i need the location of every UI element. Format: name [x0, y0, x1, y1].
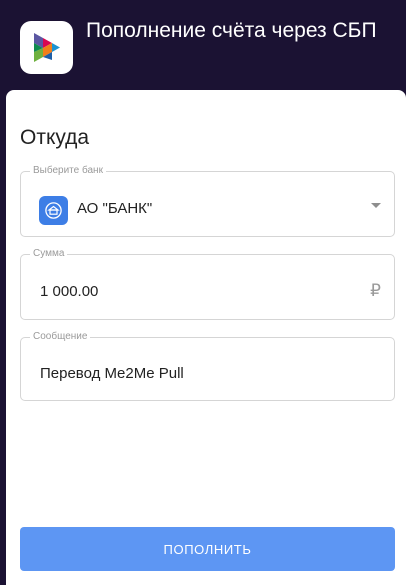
message-field-value[interactable]: Перевод Me2Me Pull — [40, 365, 184, 382]
page-title: Пополнение счёта через СБП — [86, 19, 377, 42]
message-field[interactable]: Сообщение Перевод Me2Me Pull — [20, 331, 395, 401]
bank-select[interactable]: Выберите банк АО "БАНК" — [20, 165, 395, 237]
section-title: Откуда — [20, 126, 90, 149]
app-header: Пополнение счёта через СБП — [0, 0, 406, 92]
bank-select-label: Выберите банк — [30, 165, 106, 177]
ruble-icon: ₽ — [370, 281, 381, 300]
amount-field-label: Сумма — [30, 248, 68, 260]
form-card: Откуда Выберите банк АО "БАНК" Сумма 1 0… — [6, 90, 406, 585]
amount-field[interactable]: Сумма 1 000.00 ₽ — [20, 248, 395, 320]
top-up-button[interactable]: ПОПОЛНИТЬ — [20, 527, 395, 571]
bank-building-icon — [39, 196, 68, 225]
message-field-label: Сообщение — [30, 331, 91, 343]
chevron-down-icon[interactable] — [371, 203, 381, 208]
amount-field-value[interactable]: 1 000.00 — [40, 283, 98, 300]
sbp-logo-icon — [20, 21, 73, 74]
bank-select-value: АО "БАНК" — [77, 200, 153, 217]
